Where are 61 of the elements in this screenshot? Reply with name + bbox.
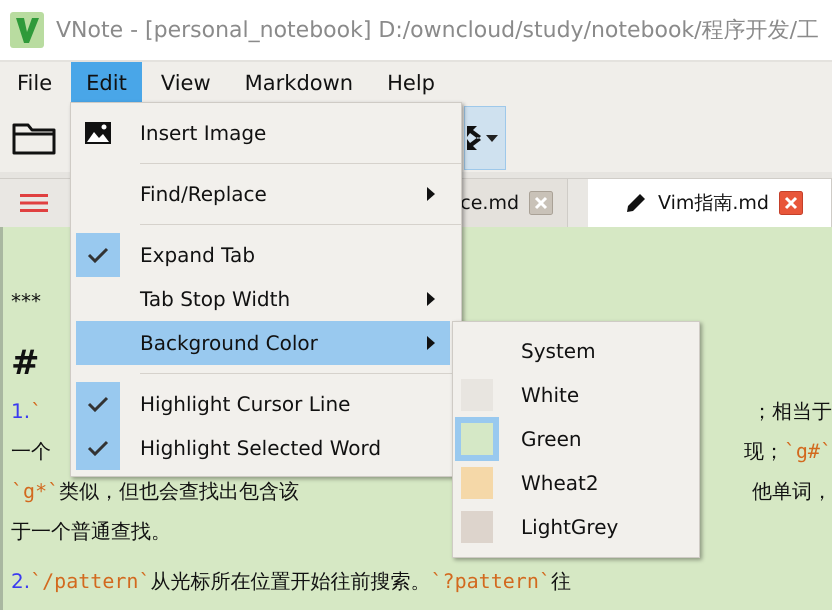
menu-item[interactable]: Expand Tab <box>76 233 450 277</box>
menu-item[interactable]: Highlight Selected Word <box>76 426 450 470</box>
menu-item[interactable]: Highlight Cursor Line <box>76 382 450 426</box>
menu-item[interactable]: System <box>457 329 699 373</box>
menu-label: White <box>521 383 580 407</box>
menu-label: Highlight Cursor Line <box>140 392 350 416</box>
menu-label: System <box>521 339 596 363</box>
editor-text: 于一个普通查找。 <box>11 518 171 545</box>
menu-label: Green <box>521 427 582 451</box>
menu-label: Background Color <box>140 331 318 355</box>
editor-text: 一个 <box>11 438 51 465</box>
menu-label: Wheat2 <box>521 471 599 495</box>
menu-item[interactable]: Insert Image <box>76 111 450 155</box>
editor-text: 从光标所在位置开始往前搜索。 <box>150 568 431 595</box>
menu-item[interactable]: Markdown <box>230 62 368 104</box>
expand-arrows-icon <box>467 126 481 150</box>
menu-item[interactable]: View <box>146 62 226 104</box>
inline-code: `?pattern` <box>430 568 551 595</box>
menu-item[interactable]: Tab Stop Width <box>76 277 450 321</box>
editor-text: # <box>11 342 40 385</box>
caret-icon <box>485 133 499 143</box>
menu-icon[interactable] <box>20 193 48 213</box>
editor-text: 他单词， <box>752 478 832 505</box>
menu-item[interactable]: File <box>2 62 68 104</box>
checkmark-icon <box>87 246 109 264</box>
menu-item[interactable]: Green <box>457 417 699 461</box>
inline-code: ` <box>30 398 42 425</box>
editor-text: 往 <box>550 568 571 595</box>
checkmark-icon <box>87 395 109 413</box>
close-icon[interactable] <box>779 191 803 215</box>
checkmark-icon <box>87 439 109 457</box>
menu-item[interactable]: Background Color <box>76 321 450 365</box>
menu-item[interactable]: White <box>457 373 699 417</box>
menu-label: Insert Image <box>140 121 266 145</box>
menu-item[interactable]: LightGrey <box>457 505 699 549</box>
inline-code: `g*` <box>11 478 60 505</box>
menu-item[interactable]: Wheat2 <box>457 461 699 505</box>
list-number: 2. <box>11 568 30 595</box>
menu-label: Expand Tab <box>140 243 256 267</box>
editor-text: *** <box>11 288 41 315</box>
menu-label: Tab Stop Width <box>140 287 290 311</box>
menu-item[interactable]: Edit <box>71 62 142 104</box>
tab-title: Vim指南.md <box>658 191 769 216</box>
fullscreen-button[interactable] <box>464 106 506 170</box>
app-logo-icon <box>10 12 44 48</box>
window-title: VNote - [personal_notebook] D:/owncloud/study/notebook/程序开发/工 <box>56 17 819 45</box>
image-icon <box>84 121 112 145</box>
inline-code: `/pattern` <box>30 568 151 595</box>
tab-title: ce.md <box>460 192 520 214</box>
editor-tab[interactable]: Vim指南.md <box>588 179 832 227</box>
inline-code: `g#` <box>784 438 832 465</box>
menu-item[interactable]: Help <box>372 62 450 104</box>
folder-icon[interactable] <box>12 121 56 155</box>
close-icon[interactable] <box>529 191 554 215</box>
list-number: 1. <box>11 398 30 425</box>
menu-label: Highlight Selected Word <box>140 436 382 460</box>
editor-text: 现； <box>744 438 784 465</box>
menu-label: Find/Replace <box>140 182 267 206</box>
menu-label: LightGrey <box>521 515 618 539</box>
editor-text: ；相当于 <box>752 398 832 425</box>
editor-text: 类似，但也会查找出包含该 <box>59 478 300 505</box>
